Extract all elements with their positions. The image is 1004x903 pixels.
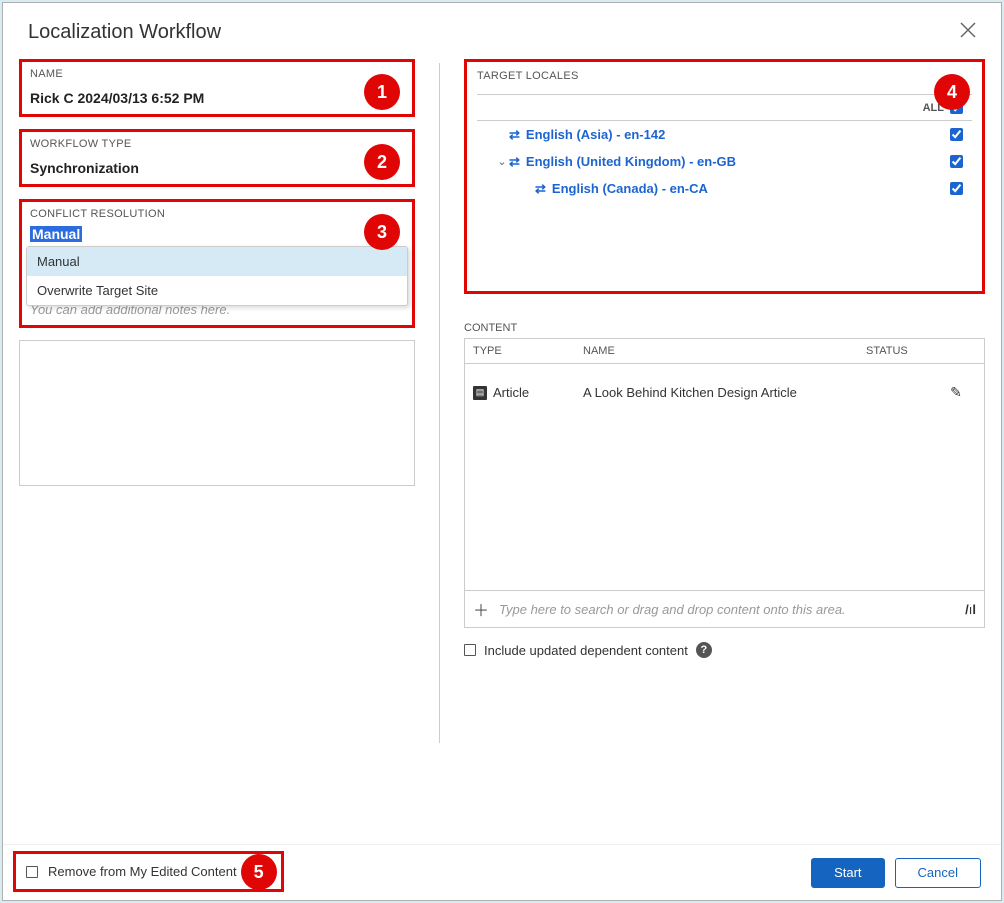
conflict-resolution-select[interactable]: Manual <box>30 226 82 242</box>
start-button[interactable]: Start <box>811 858 884 888</box>
table-body: ▤ Article A Look Behind Kitchen Design A… <box>465 364 984 590</box>
localization-workflow-modal: Localization Workflow 1 NAME Rick C 2024… <box>2 2 1002 901</box>
content-table: TYPE NAME STATUS ▤ Article A Look Behind… <box>464 338 985 628</box>
dropdown-option-overwrite[interactable]: Overwrite Target Site <box>27 276 407 305</box>
workflow-type-value[interactable]: Synchronization <box>30 160 404 176</box>
table-row[interactable]: ▤ Article A Look Behind Kitchen Design A… <box>465 364 984 421</box>
content-type: Article <box>493 385 529 400</box>
expander-icon[interactable]: ⌄ <box>495 155 509 168</box>
bars-icon[interactable]: /ıl <box>965 602 976 617</box>
locale-name: English (United Kingdom) - en-GB <box>526 154 946 169</box>
conflict-resolution-dropdown: Manual Overwrite Target Site <box>26 246 408 306</box>
dropdown-option-manual[interactable]: Manual <box>27 247 407 276</box>
locale-checkbox[interactable] <box>950 128 963 141</box>
sync-icon: ⇄ <box>509 127 520 143</box>
modal-title: Localization Workflow <box>28 21 221 44</box>
annotation-marker-4: 4 <box>934 74 970 110</box>
column-separator <box>439 63 440 743</box>
th-actions <box>936 345 976 357</box>
table-header: TYPE NAME STATUS <box>465 339 984 364</box>
name-value[interactable]: Rick C 2024/03/13 6:52 PM <box>30 90 404 106</box>
locale-checkbox[interactable] <box>950 155 963 168</box>
locale-row[interactable]: ⇄ English (Asia) - en-142 <box>477 121 972 148</box>
content-name: A Look Behind Kitchen Design Article <box>583 385 866 400</box>
th-status: STATUS <box>866 345 936 357</box>
name-panel: 1 NAME Rick C 2024/03/13 6:52 PM <box>19 59 415 117</box>
close-icon[interactable] <box>959 21 977 45</box>
annotation-marker-2: 2 <box>364 144 400 180</box>
locales-select-all: ALL <box>477 94 972 121</box>
workflow-type-label: WORKFLOW TYPE <box>30 138 404 150</box>
th-name: NAME <box>583 345 866 357</box>
annotation-marker-5: 5 <box>241 854 277 890</box>
help-icon[interactable]: ? <box>696 642 712 658</box>
table-footer: ＋ Type here to search or drag and drop c… <box>465 590 984 627</box>
content-search-input[interactable]: Type here to search or drag and drop con… <box>499 602 965 617</box>
cancel-button[interactable]: Cancel <box>895 858 981 888</box>
add-content-button[interactable]: ＋ <box>473 597 489 621</box>
dependent-content-checkbox[interactable] <box>464 644 476 656</box>
dependent-content-row: Include updated dependent content ? <box>464 642 985 658</box>
modal-body[interactable]: 1 NAME Rick C 2024/03/13 6:52 PM 2 WORKF… <box>13 53 991 835</box>
name-label: NAME <box>30 68 404 80</box>
annotation-marker-1: 1 <box>364 74 400 110</box>
sync-icon: ⇄ <box>509 154 520 170</box>
annotation-marker-3: 3 <box>364 214 400 250</box>
target-locales-panel: 4 TARGET LOCALES ALL ⇄ English (Asia) - … <box>464 59 985 294</box>
target-locales-label: TARGET LOCALES <box>477 70 972 82</box>
modal-footer: Start Cancel <box>3 844 1001 900</box>
locale-name: English (Canada) - en-CA <box>552 181 946 196</box>
locale-row[interactable]: ⌄ ⇄ English (United Kingdom) - en-GB <box>477 148 972 175</box>
notes-textarea[interactable] <box>19 340 415 486</box>
edit-icon[interactable]: ✎ <box>950 384 962 400</box>
locale-checkbox[interactable] <box>950 182 963 195</box>
article-icon: ▤ <box>473 386 487 400</box>
locale-row[interactable]: ⇄ English (Canada) - en-CA <box>477 175 972 202</box>
locale-name: English (Asia) - en-142 <box>526 127 946 142</box>
sync-icon: ⇄ <box>535 181 546 197</box>
workflow-type-panel: 2 WORKFLOW TYPE Synchronization <box>19 129 415 187</box>
conflict-resolution-panel: 3 CONFLICT RESOLUTION Manual Manual Over… <box>19 199 415 328</box>
th-type: TYPE <box>473 345 583 357</box>
conflict-resolution-label: CONFLICT RESOLUTION <box>30 208 404 220</box>
dependent-content-label: Include updated dependent content <box>484 643 688 658</box>
content-label: CONTENT <box>464 322 985 334</box>
